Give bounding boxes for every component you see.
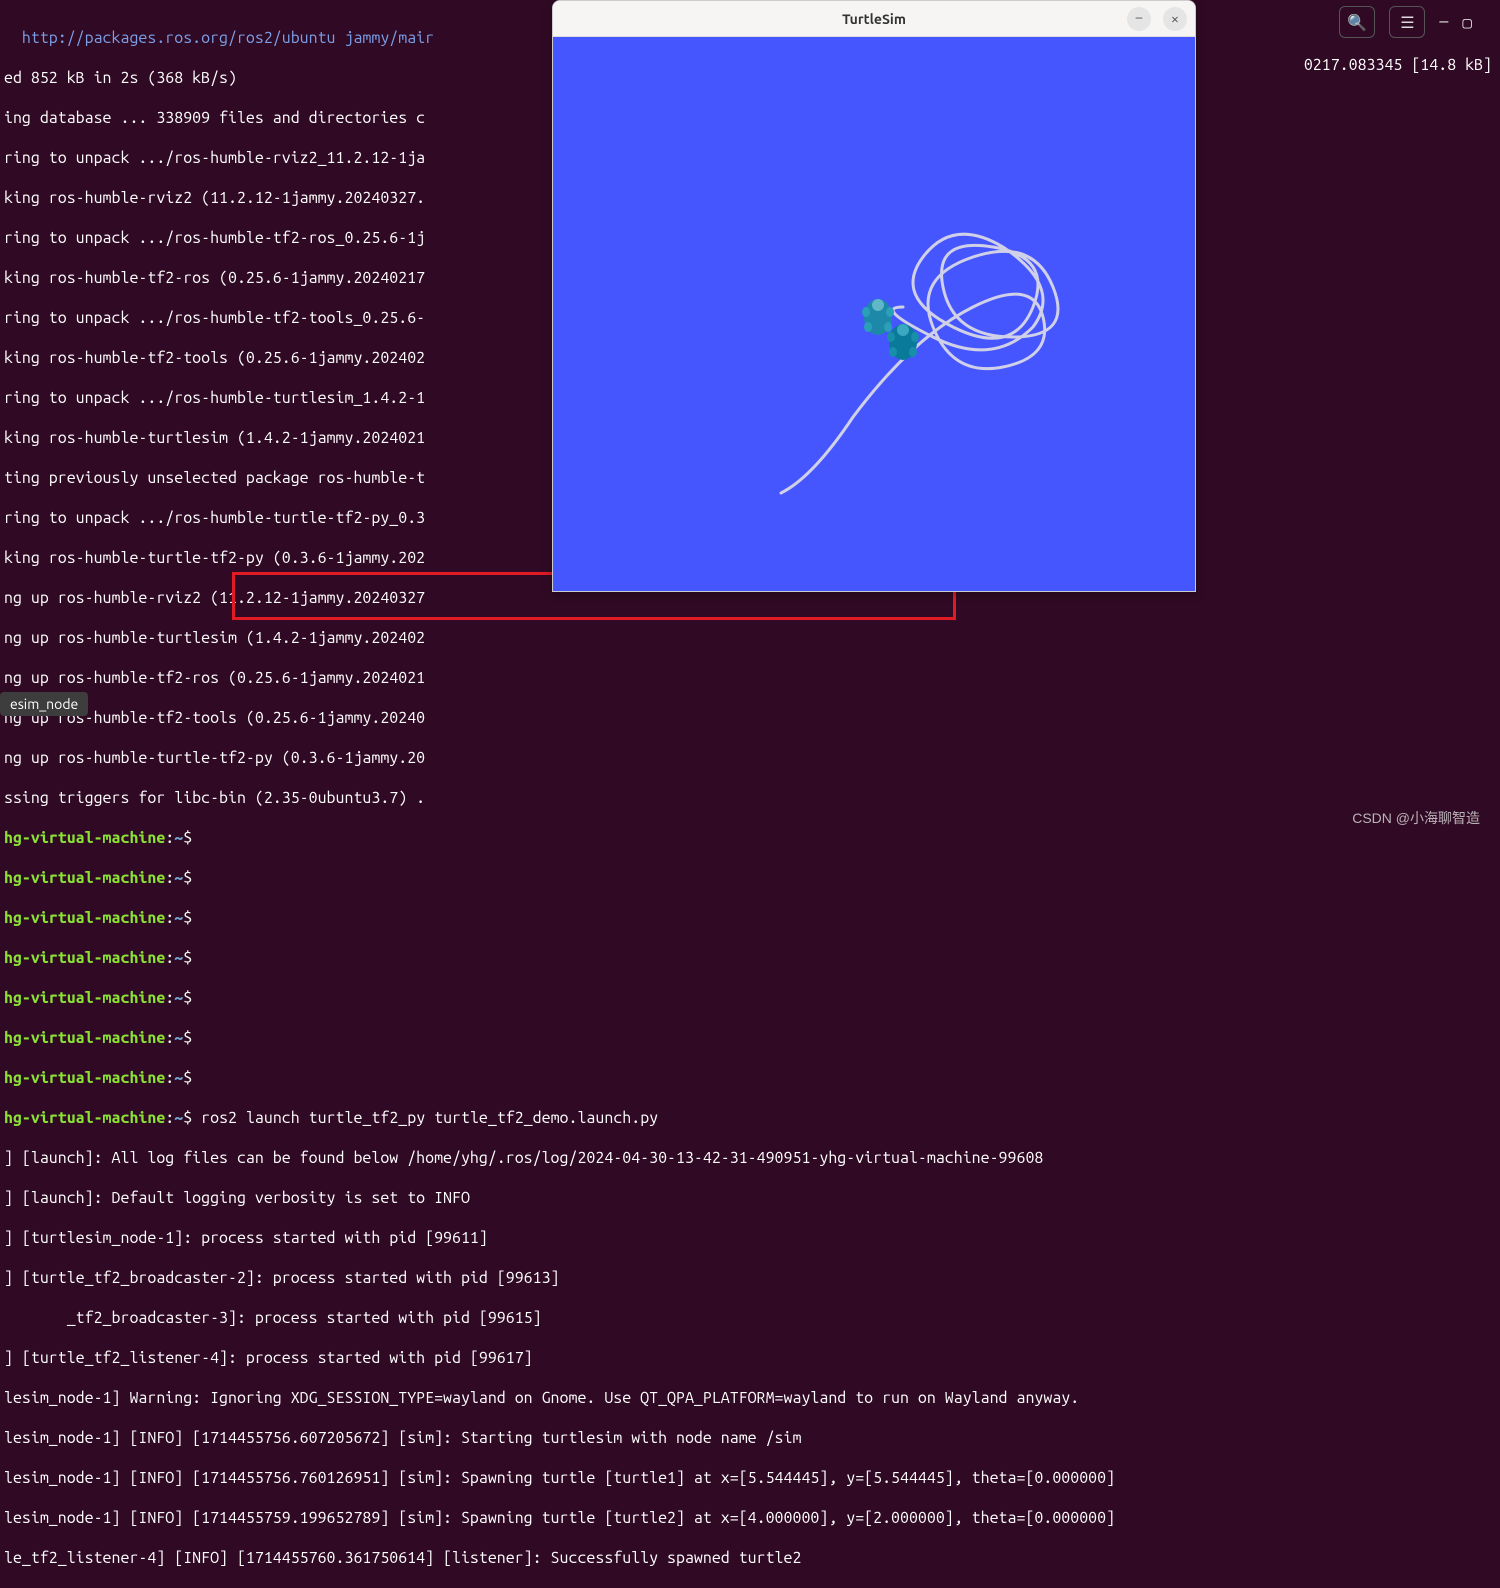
launch-line: ] [turtle_tf2_listener-4]: process start…	[4, 1348, 1496, 1368]
term-line: ng up ros-humble-turtlesim (1.4.2-1jammy…	[4, 628, 1496, 648]
titlebar[interactable]: TurtleSim — ✕	[553, 1, 1195, 37]
prompt-line: hg-virtual-machine:~$	[4, 948, 1496, 968]
launch-line: ] [launch]: All log files can be found b…	[4, 1148, 1496, 1168]
minimize-button[interactable]: —	[1127, 7, 1151, 31]
launch-line: lesim_node-1] [INFO] [1714455759.1996527…	[4, 1508, 1496, 1528]
prompt-line: hg-virtual-machine:~$	[4, 1068, 1496, 1088]
launch-line: lesim_node-1] Warning: Ignoring XDG_SESS…	[4, 1388, 1496, 1408]
search-button[interactable]: 🔍	[1339, 6, 1375, 38]
turtle2	[883, 322, 923, 362]
turtlesim-window[interactable]: TurtleSim — ✕	[552, 0, 1196, 592]
browser-toolbar: 🔍 ☰ — ▢	[1339, 6, 1472, 38]
turtlesim-canvas	[553, 37, 1195, 591]
launch-line: le_tf2_listener-4] [INFO] [1714455760.36…	[4, 1548, 1496, 1568]
launch-line: ] [turtlesim_node-1]: process started wi…	[4, 1228, 1496, 1248]
launch-line: ] [launch]: Default logging verbosity is…	[4, 1188, 1496, 1208]
prompt-line: hg-virtual-machine:~$	[4, 868, 1496, 888]
menu-button[interactable]: ☰	[1389, 6, 1425, 38]
launch-line: lesim_node-1] [INFO] [1714455756.7601269…	[4, 1468, 1496, 1488]
command-text: ros2 launch turtle_tf2_py turtle_tf2_dem…	[201, 1109, 658, 1127]
prompt-line: hg-virtual-machine:~$	[4, 1028, 1496, 1048]
minimize-icon[interactable]: —	[1439, 13, 1448, 31]
term-line: ng up ros-humble-turtle-tf2-py (0.3.6-1j…	[4, 748, 1496, 768]
maximize-icon[interactable]: ▢	[1462, 13, 1472, 32]
partial-line-right: 0217.083345 [14.8 kB]	[1304, 56, 1492, 74]
minimize-icon: —	[1136, 12, 1143, 25]
prompt-line: hg-virtual-machine:~$	[4, 908, 1496, 928]
watermark: CSDN @小海聊智造	[1352, 808, 1480, 828]
hamburger-icon: ☰	[1400, 13, 1414, 32]
command-line: hg-virtual-machine:~$ ros2 launch turtle…	[4, 1108, 1496, 1128]
window-title: TurtleSim	[842, 11, 906, 27]
close-button[interactable]: ✕	[1163, 7, 1187, 31]
prompt-line: hg-virtual-machine:~$	[4, 988, 1496, 1008]
term-line: ng up ros-humble-tf2-ros (0.25.6-1jammy.…	[4, 668, 1496, 688]
prompt-line: hg-virtual-machine:~$	[4, 828, 1496, 848]
launch-line: ] [turtle_tf2_broadcaster-2]: process st…	[4, 1268, 1496, 1288]
search-icon: 🔍	[1347, 13, 1367, 32]
launch-line: lesim_node-1] [INFO] [1714455756.6072056…	[4, 1428, 1496, 1448]
titlebar-controls: — ✕	[1127, 7, 1187, 31]
term-line: ng up ros-humble-tf2-tools (0.25.6-1jamm…	[4, 708, 1496, 728]
tooltip: esim_node	[0, 692, 88, 716]
launch-line: _tf2_broadcaster-3]: process started wit…	[4, 1308, 1496, 1328]
term-line: ssing triggers for libc-bin (2.35-0ubunt…	[4, 788, 1496, 808]
close-icon: ✕	[1171, 12, 1178, 26]
